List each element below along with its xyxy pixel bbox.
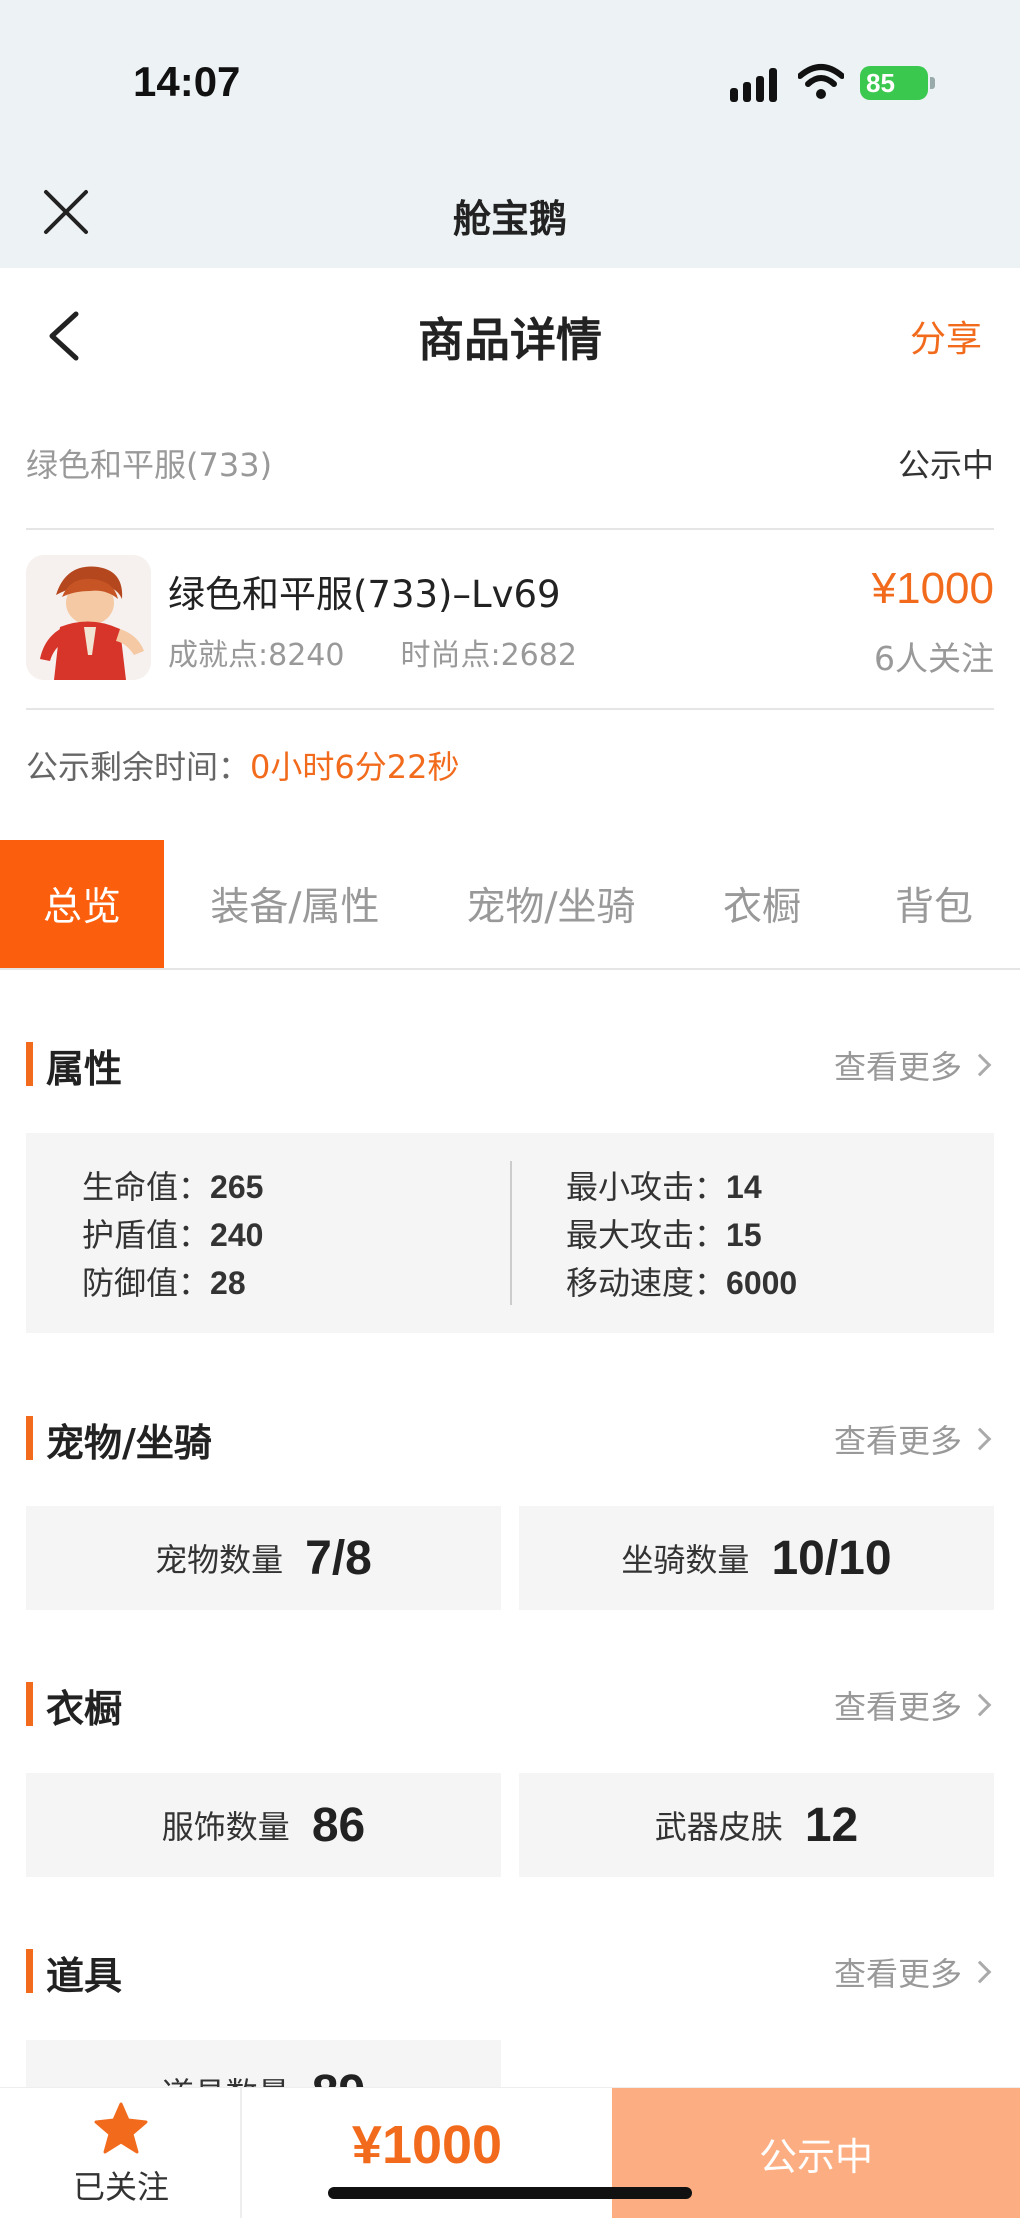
- server-name: 绿色和平服(733): [26, 446, 273, 484]
- attr-max-attack: 最大攻击：15: [566, 1216, 762, 1254]
- stat-mount-count: 坐骑数量 10/10: [519, 1506, 994, 1610]
- attr-hp: 生命值：265: [82, 1168, 264, 1206]
- section-accent-bar: [26, 1949, 33, 1993]
- bottom-price: ¥1000: [351, 2115, 503, 2175]
- product-name: 绿色和平服(733)–Lv69: [168, 573, 561, 616]
- battery-cap: [930, 77, 935, 89]
- achievement-points: 成就点:8240: [168, 638, 345, 673]
- chevron-right-icon: [968, 1053, 992, 1077]
- stat-weapon-skin-count: 武器皮肤 12: [519, 1773, 994, 1877]
- view-more-items[interactable]: 查看更多: [834, 1949, 992, 1995]
- wifi-icon: [798, 64, 844, 99]
- battery-indicator: 85: [860, 66, 928, 100]
- attributes-right-column: 最小攻击：14 最大攻击：15 移动速度：6000: [566, 1163, 797, 1307]
- countdown-value: 0小时6分22秒: [250, 748, 460, 786]
- tab-bar: 总览 装备/属性 宠物/坐骑 衣橱 背包: [0, 840, 1020, 970]
- tab-pets-mounts[interactable]: 宠物/坐骑: [426, 840, 676, 968]
- view-more-wardrobe[interactable]: 查看更多: [834, 1682, 992, 1728]
- section-header-attributes: 属性 查看更多: [26, 1034, 994, 1094]
- webview-title: 舱宝鹅: [452, 197, 567, 241]
- attr-shield: 护盾值：240: [82, 1216, 264, 1254]
- section-title: 宠物/坐骑: [46, 1421, 212, 1465]
- cellular-signal-icon: [730, 68, 782, 102]
- status-badge: 公示中: [897, 446, 994, 484]
- section-accent-bar: [26, 1416, 33, 1460]
- share-button[interactable]: 分享: [910, 310, 982, 362]
- chevron-right-icon: [968, 1427, 992, 1451]
- countdown-label: 公示剩余时间：: [26, 748, 251, 786]
- follow-button[interactable]: 已关注: [0, 2088, 242, 2218]
- attributes-left-column: 生命值：265 护盾值：240 防御值：28: [82, 1163, 263, 1307]
- section-accent-bar: [26, 1682, 33, 1726]
- countdown-row: 公示剩余时间：0小时6分22秒: [26, 742, 459, 788]
- section-accent-bar: [26, 1042, 33, 1086]
- section-title: 属性: [46, 1047, 123, 1091]
- stat-outfit-count: 服饰数量 86: [26, 1773, 501, 1877]
- attributes-panel: 生命值：265 护盾值：240 防御值：28 最小攻击：14 最大攻击：15 移…: [26, 1133, 994, 1333]
- attr-min-attack: 最小攻击：14: [566, 1168, 762, 1206]
- page-title: 商品详情: [418, 313, 602, 367]
- chevron-right-icon: [968, 1960, 992, 1984]
- chevron-right-icon: [968, 1693, 992, 1717]
- divider: [26, 528, 994, 530]
- character-avatar: [26, 555, 151, 680]
- webview-header: 14:07 85 舱宝鹅: [0, 0, 1020, 268]
- server-row: 绿色和平服(733) 公示中: [26, 440, 994, 490]
- home-indicator: [328, 2187, 692, 2199]
- section-title: 衣橱: [46, 1687, 123, 1731]
- status-time: 14:07: [133, 58, 241, 105]
- product-card[interactable]: 绿色和平服(733)–Lv69 成就点:8240 时尚点:2682 ¥1000 …: [26, 552, 994, 682]
- view-more-attributes[interactable]: 查看更多: [834, 1042, 992, 1088]
- attributes-divider: [510, 1161, 512, 1305]
- nav-bar: 商品详情 分享: [0, 268, 1020, 400]
- section-header-wardrobe: 衣橱 查看更多: [26, 1674, 994, 1734]
- section-header-pets: 宠物/坐骑 查看更多: [26, 1408, 994, 1468]
- section-header-items: 道具 查看更多: [26, 1941, 994, 2001]
- follower-count: 6人关注: [874, 639, 994, 678]
- follow-label: 已关注: [72, 2168, 169, 2206]
- product-price: ¥1000: [871, 564, 994, 613]
- view-more-pets[interactable]: 查看更多: [834, 1416, 992, 1462]
- tab-overview[interactable]: 总览: [0, 840, 164, 968]
- fashion-points: 时尚点:2682: [400, 638, 577, 673]
- tab-equipment[interactable]: 装备/属性: [164, 840, 426, 968]
- divider: [26, 708, 994, 710]
- tab-backpack[interactable]: 背包: [848, 840, 1020, 968]
- tab-wardrobe[interactable]: 衣橱: [676, 840, 848, 968]
- stat-pet-count: 宠物数量 7/8: [26, 1506, 501, 1610]
- star-icon: [94, 2102, 148, 2154]
- attr-defense: 防御值：28: [82, 1264, 246, 1302]
- attr-move-speed: 移动速度：6000: [566, 1264, 798, 1302]
- section-title: 道具: [46, 1954, 123, 1998]
- product-meta: 成就点:8240 时尚点:2682: [168, 630, 577, 674]
